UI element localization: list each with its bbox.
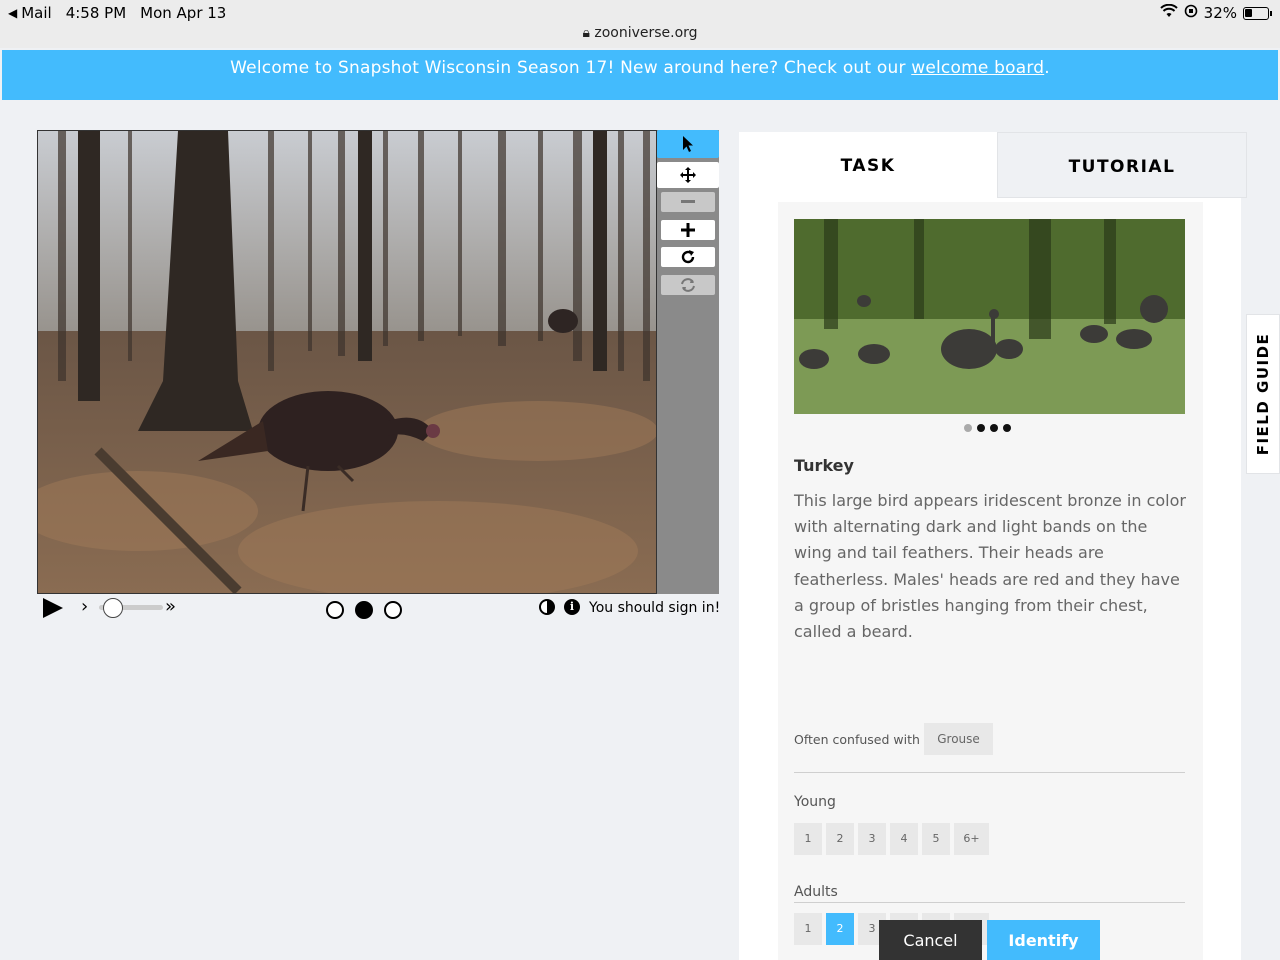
zoom-in-icon[interactable]: [661, 220, 715, 240]
orientation-lock-icon: [1184, 4, 1198, 22]
adults-count-2[interactable]: 2: [826, 913, 854, 945]
divider: [794, 772, 1185, 773]
field-guide-tab[interactable]: FIELD GUIDE: [1246, 314, 1280, 474]
cancel-button[interactable]: Cancel: [879, 920, 982, 960]
welcome-banner: Welcome to Snapshot Wisconsin Season 17!…: [2, 50, 1278, 100]
battery-icon: [1243, 6, 1269, 20]
status-bar: ◀ Mail 4:58 PM Mon Apr 13 🔒︎ zooniverse.…: [0, 0, 1280, 48]
zoom-out-icon[interactable]: [661, 192, 715, 212]
url-text: zooniverse.org: [594, 25, 698, 41]
image-pager[interactable]: [964, 424, 1011, 432]
animal-name: Turkey: [794, 456, 854, 475]
move-icon[interactable]: [657, 162, 719, 188]
faster-icon[interactable]: »: [165, 596, 176, 617]
status-right: 32%: [1159, 3, 1272, 22]
frame-dot-3[interactable]: [384, 601, 402, 619]
confused-with-label: Often confused with: [794, 732, 920, 747]
banner-suffix: .: [1044, 58, 1050, 78]
young-count-3[interactable]: 3: [858, 823, 886, 855]
trail-camera-photo: [38, 131, 656, 593]
young-count-1[interactable]: 1: [794, 823, 822, 855]
sign-in-notice: You should sign in!: [589, 600, 721, 616]
clock-time: 4:58 PM: [65, 4, 127, 22]
task-panel: TASK TUTORIAL Turkey This large bird app…: [739, 132, 1247, 960]
clock-date: Mon Apr 13: [140, 4, 227, 22]
back-app-label[interactable]: Mail: [21, 4, 51, 22]
pager-dot-3[interactable]: [990, 424, 998, 432]
rotate-icon[interactable]: [661, 247, 715, 267]
play-icon[interactable]: [43, 598, 63, 618]
identify-button[interactable]: Identify: [987, 920, 1100, 960]
tab-tutorial[interactable]: TUTORIAL: [997, 132, 1247, 198]
pager-dot-4[interactable]: [1003, 424, 1011, 432]
welcome-board-link[interactable]: welcome board: [911, 58, 1044, 78]
info-icon[interactable]: i: [564, 599, 580, 615]
young-count-5[interactable]: 5: [922, 823, 950, 855]
contrast-icon[interactable]: [539, 599, 555, 615]
frame-dot-2[interactable]: [355, 601, 373, 619]
young-label: Young: [794, 794, 836, 810]
address-bar[interactable]: 🔒︎ zooniverse.org: [0, 25, 1280, 41]
distant-turkey: [548, 309, 578, 333]
young-count-4[interactable]: 4: [890, 823, 918, 855]
viewer-controls: › » i You should sign in!: [37, 596, 721, 620]
adults-count-1[interactable]: 1: [794, 913, 822, 945]
animal-detail-card: Turkey This large bird appears iridescen…: [778, 202, 1203, 960]
slower-icon[interactable]: ›: [81, 596, 88, 617]
animal-example-image: [794, 219, 1185, 414]
young-count-6plus[interactable]: 6+: [954, 823, 989, 855]
speed-slider-knob[interactable]: [103, 598, 123, 618]
actions-divider: [794, 902, 1185, 903]
animal-description: This large bird appears iridescent bronz…: [794, 491, 1186, 642]
back-arrow-icon[interactable]: ◀: [8, 6, 17, 20]
subject-image[interactable]: [37, 130, 657, 594]
battery-tip: [1270, 10, 1272, 16]
wifi-icon: [1159, 3, 1178, 22]
pager-dot-1[interactable]: [964, 424, 972, 432]
adults-label: Adults: [794, 884, 838, 900]
pager-dot-2[interactable]: [977, 424, 985, 432]
young-count-2[interactable]: 2: [826, 823, 854, 855]
lock-icon: 🔒︎: [582, 25, 590, 41]
confused-with-grouse-button[interactable]: Grouse: [924, 723, 993, 755]
pointer-icon[interactable]: [657, 130, 719, 158]
young-count-row: 1 2 3 4 5 6+: [794, 823, 989, 855]
status-left: ◀ Mail 4:58 PM Mon Apr 13: [8, 4, 226, 22]
tab-task[interactable]: TASK: [739, 132, 997, 198]
battery-percent: 32%: [1203, 4, 1237, 22]
field-guide-label: FIELD GUIDE: [1254, 332, 1272, 456]
reset-icon[interactable]: [661, 275, 715, 295]
banner-text: Welcome to Snapshot Wisconsin Season 17!…: [230, 58, 912, 78]
viewer-toolbar: [657, 130, 719, 594]
frame-dot-1[interactable]: [326, 601, 344, 619]
